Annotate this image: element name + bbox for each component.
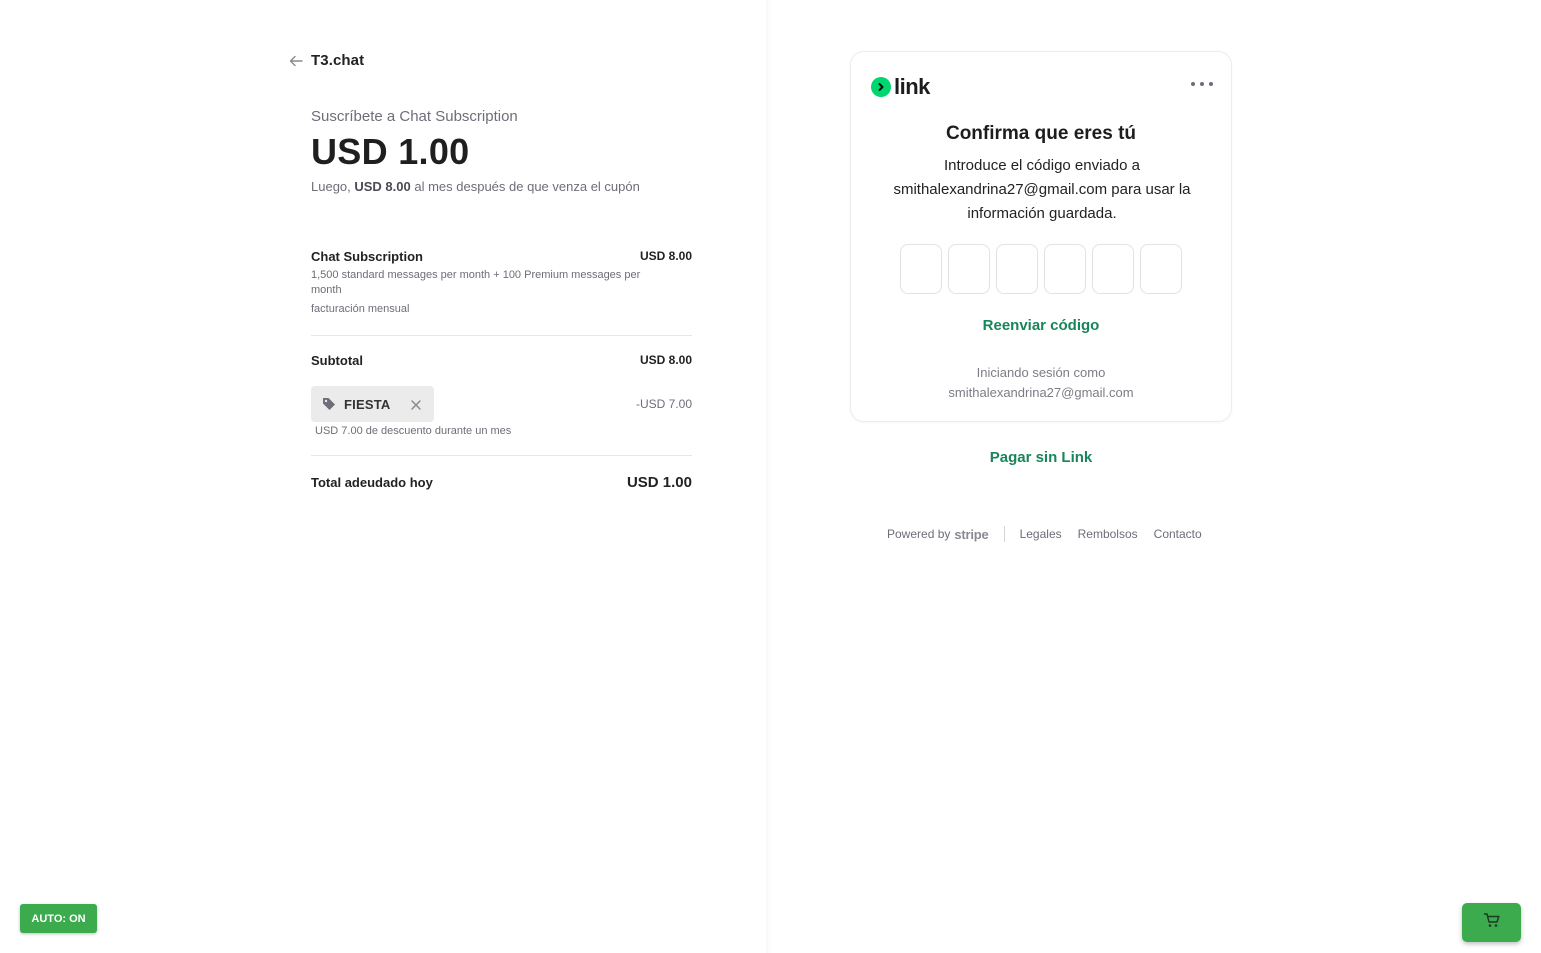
total-label: Total adeudado hoy (311, 475, 433, 490)
line-item-price: USD 8.00 (639, 249, 692, 263)
merchant-name: T3.chat (311, 52, 365, 69)
otp-digit-6[interactable] (1140, 244, 1182, 294)
footer-link-refunds[interactable]: Rembolsos (1078, 527, 1138, 541)
link-chevron-icon (871, 77, 891, 97)
tag-icon (322, 397, 336, 411)
subtotal-label: Subtotal (311, 353, 363, 368)
coupon-amount: -USD 7.00 (635, 397, 692, 411)
otp-digit-3[interactable] (996, 244, 1038, 294)
line-item-name: Chat Subscription (311, 249, 423, 264)
subtotal-value: USD 8.00 (639, 353, 692, 367)
signed-in-info: Iniciando sesión como smithalexandrina27… (851, 363, 1231, 403)
stripe-logo: stripe (954, 526, 989, 542)
footer-link-contact[interactable]: Contacto (1154, 527, 1202, 541)
after-coupon-text: Luego, USD 8.00 al mes después de que ve… (311, 179, 692, 194)
coupon-code: FIESTA (344, 396, 391, 412)
back-arrow-icon[interactable] (289, 54, 303, 68)
divider (311, 335, 692, 336)
powered-by-label: Powered by (887, 527, 951, 541)
link-logo: link (871, 74, 930, 100)
verification-title: Confirma que eres tú (945, 123, 1137, 144)
pay-without-link-button[interactable]: Pagar sin Link (850, 449, 1232, 466)
cart-button[interactable] (1462, 903, 1521, 942)
total-row: Total adeudado hoy USD 1.00 (311, 474, 692, 491)
powered-by-stripe[interactable]: Powered by stripe (887, 527, 989, 542)
verification-instructions: Introduce el código enviado a smithalexa… (893, 157, 1191, 222)
line-item-description: 1,500 standard messages per month + 100 … (311, 269, 641, 296)
total-value: USD 1.00 (626, 474, 692, 491)
product-summary: Suscríbete a Chat Subscription USD 1.00 … (311, 108, 692, 194)
total-price: USD 1.00 (311, 131, 470, 172)
coupon-row: FIESTA -USD 7.00 (311, 386, 692, 422)
otp-digit-5[interactable] (1092, 244, 1134, 294)
after-suffix: al mes después de que venza el cupón (410, 179, 640, 194)
subtotal-row: Subtotal USD 8.00 (311, 353, 692, 368)
signed-in-label: Iniciando sesión como (976, 365, 1106, 380)
otp-code-input[interactable] (900, 244, 1182, 294)
footer-link-legal[interactable]: Legales (1020, 527, 1062, 541)
resend-code-link[interactable]: Reenviar código (851, 317, 1231, 334)
auto-toggle-badge[interactable]: AUTO: ON (20, 904, 97, 933)
after-prefix: Luego, (311, 179, 355, 194)
line-item: Chat Subscription USD 8.00 1,500 standar… (311, 249, 692, 315)
line-item-billing: facturación mensual (311, 303, 410, 315)
subscribe-label: Suscríbete a Chat Subscription (311, 108, 518, 125)
close-icon[interactable] (410, 398, 422, 410)
coupon-note: USD 7.00 de descuento durante un mes (315, 425, 512, 437)
link-logo-text: link (894, 74, 930, 99)
footer-separator (1003, 526, 1005, 542)
more-dots-icon[interactable] (1191, 77, 1213, 91)
otp-digit-1[interactable] (900, 244, 942, 294)
footer: Powered by stripe Legales Rembolsos Cont… (887, 526, 1218, 542)
cart-icon (1483, 911, 1501, 934)
after-amount: USD 8.00 (354, 179, 411, 194)
coupon-chip: FIESTA (311, 386, 435, 422)
otp-digit-4[interactable] (1044, 244, 1086, 294)
link-verification-card: link Confirma que eres tú Introduce el c… (850, 51, 1232, 422)
otp-digit-2[interactable] (948, 244, 990, 294)
divider (311, 455, 692, 456)
signed-in-email: smithalexandrina27@gmail.com (948, 385, 1134, 400)
merchant-header[interactable]: T3.chat (289, 52, 364, 69)
